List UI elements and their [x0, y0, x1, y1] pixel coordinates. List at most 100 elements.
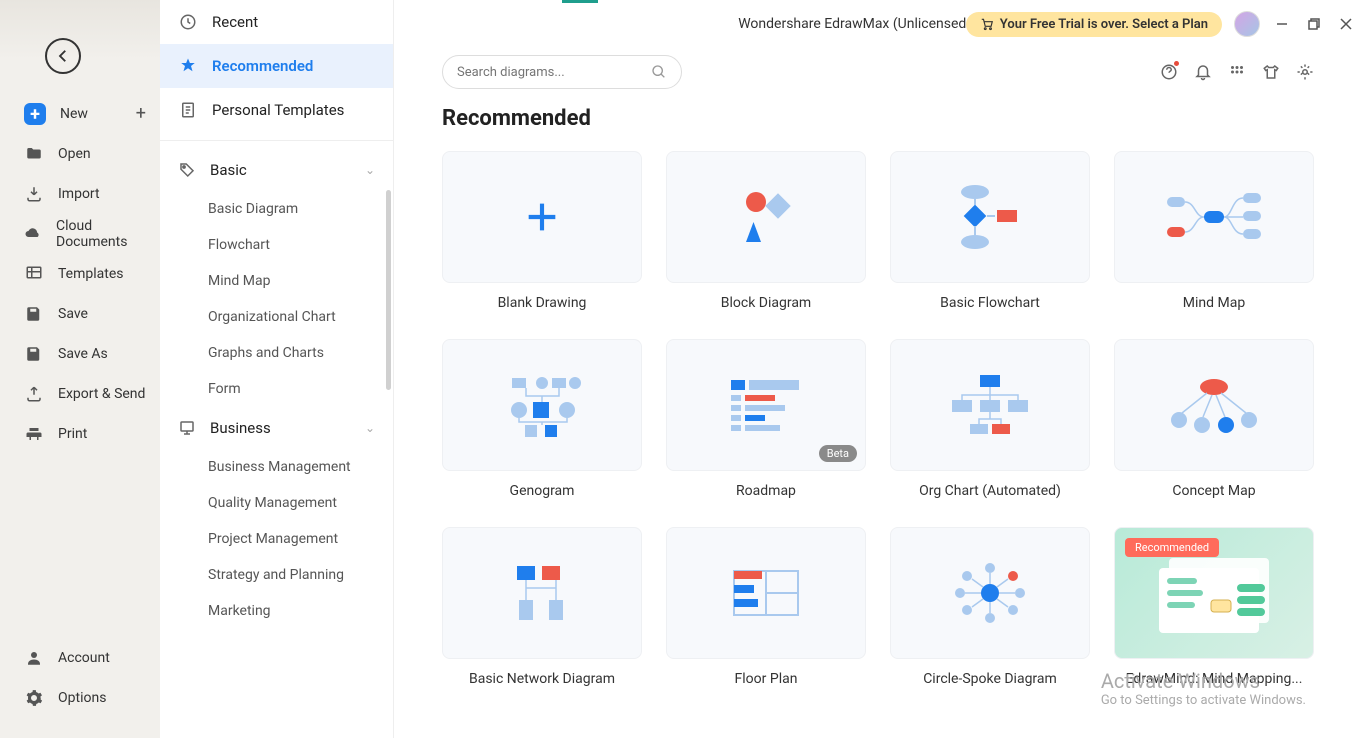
nav-label: New	[60, 106, 88, 122]
beta-badge: Beta	[819, 445, 857, 462]
scrollbar[interactable]	[386, 190, 391, 390]
nav-label: Cloud Documents	[56, 218, 146, 250]
content: Recommended Blank Drawing Block Diagram …	[394, 96, 1366, 738]
category-basic[interactable]: Basic ⌄	[160, 149, 393, 191]
gear-icon	[24, 688, 44, 708]
template-block-diagram[interactable]: Block Diagram	[666, 151, 866, 315]
search-box[interactable]	[442, 55, 682, 89]
toolbar	[394, 48, 1366, 96]
tab-recent[interactable]: Recent	[160, 0, 393, 44]
template-label: EdrawMind: Mind Mapping...	[1114, 671, 1314, 691]
tab-recommended[interactable]: Recommended	[160, 44, 393, 88]
template-genogram[interactable]: Genogram	[442, 339, 642, 503]
plus-icon	[522, 197, 562, 237]
sub-project-management[interactable]: Project Management	[160, 521, 393, 557]
flowchart-icon	[945, 182, 1035, 252]
sub-strategy-planning[interactable]: Strategy and Planning	[160, 557, 393, 593]
sub-business-management[interactable]: Business Management	[160, 449, 393, 485]
template-label: Circle-Spoke Diagram	[890, 671, 1090, 691]
template-blank-drawing[interactable]: Blank Drawing	[442, 151, 642, 315]
template-label: Genogram	[442, 483, 642, 503]
avatar[interactable]	[1234, 11, 1260, 37]
nav-label: Import	[58, 186, 100, 202]
nav-label: Account	[58, 650, 110, 666]
titlebar: Wondershare EdrawMax (Unlicensed Version…	[394, 0, 1366, 48]
nav-cloud-documents[interactable]: Cloud Documents	[0, 214, 160, 254]
promo-graphic	[1139, 548, 1289, 638]
nav-new[interactable]: + New +	[0, 94, 160, 134]
chevron-down-icon: ⌄	[365, 163, 375, 177]
trial-text: Your Free Trial is over. Select a Plan	[1000, 17, 1208, 32]
add-icon[interactable]: +	[136, 105, 146, 123]
template-circle-spoke[interactable]: Circle-Spoke Diagram	[890, 527, 1090, 691]
template-label: Basic Flowchart	[890, 295, 1090, 315]
nav-import[interactable]: Import	[0, 174, 160, 214]
tab-label: Recommended	[212, 57, 313, 75]
minimize-button[interactable]	[1272, 14, 1292, 34]
conceptmap-icon	[1164, 375, 1264, 435]
template-label: Concept Map	[1114, 483, 1314, 503]
nav-label: Export & Send	[58, 386, 145, 402]
nav-save-as[interactable]: Save As	[0, 334, 160, 374]
sub-quality-management[interactable]: Quality Management	[160, 485, 393, 521]
nav-account[interactable]: Account	[0, 638, 160, 678]
template-label: Block Diagram	[666, 295, 866, 315]
save-as-icon	[24, 344, 44, 364]
sub-mind-map[interactable]: Mind Map	[160, 263, 393, 299]
print-icon	[24, 424, 44, 444]
sub-flowchart[interactable]: Flowchart	[160, 227, 393, 263]
category-label: Basic	[210, 161, 247, 179]
nav-export[interactable]: Export & Send	[0, 374, 160, 414]
network-icon	[497, 558, 587, 628]
maximize-button[interactable]	[1304, 14, 1324, 34]
sub-marketing[interactable]: Marketing	[160, 593, 393, 629]
nav-print[interactable]: Print	[0, 414, 160, 454]
sub-form[interactable]: Form	[160, 371, 393, 407]
recommended-badge: Recommended	[1125, 538, 1219, 557]
star-icon	[178, 56, 198, 76]
nav-options[interactable]: Options	[0, 678, 160, 718]
template-org-chart[interactable]: Org Chart (Automated)	[890, 339, 1090, 503]
template-basic-flowchart[interactable]: Basic Flowchart	[890, 151, 1090, 315]
trial-banner[interactable]: Your Free Trial is over. Select a Plan	[966, 12, 1222, 37]
user-icon	[24, 648, 44, 668]
tab-personal-templates[interactable]: Personal Templates	[160, 88, 393, 132]
accent-line	[562, 0, 598, 3]
sub-basic-diagram[interactable]: Basic Diagram	[160, 191, 393, 227]
clock-icon	[178, 12, 198, 32]
template-floor-plan[interactable]: Floor Plan	[666, 527, 866, 691]
template-label: Org Chart (Automated)	[890, 483, 1090, 503]
close-button[interactable]	[1336, 14, 1356, 34]
bell-icon[interactable]	[1190, 59, 1216, 85]
search-icon	[651, 64, 667, 80]
help-icon[interactable]	[1156, 59, 1182, 85]
sidebar-secondary: Recent Recommended Personal Templates Ba…	[160, 0, 394, 738]
presentation-icon	[178, 419, 196, 437]
apps-icon[interactable]	[1224, 59, 1250, 85]
template-concept-map[interactable]: Concept Map	[1114, 339, 1314, 503]
nav-open[interactable]: Open	[0, 134, 160, 174]
template-basic-network[interactable]: Basic Network Diagram	[442, 527, 642, 691]
orgchart-icon	[940, 370, 1040, 440]
mindmap-icon	[1159, 187, 1269, 247]
settings-icon[interactable]	[1292, 59, 1318, 85]
nav-label: Templates	[58, 266, 124, 282]
import-icon	[24, 184, 44, 204]
tshirt-icon[interactable]	[1258, 59, 1284, 85]
template-edrawmind-promo[interactable]: Recommended EdrawMind: Mind Mapping...	[1114, 527, 1314, 691]
nav-label: Print	[58, 426, 87, 442]
template-label: Floor Plan	[666, 671, 866, 691]
export-icon	[24, 384, 44, 404]
sub-graphs-charts[interactable]: Graphs and Charts	[160, 335, 393, 371]
back-button[interactable]	[45, 38, 81, 74]
template-label: Mind Map	[1114, 295, 1314, 315]
sub-organizational-chart[interactable]: Organizational Chart	[160, 299, 393, 335]
nav-templates[interactable]: Templates	[0, 254, 160, 294]
template-mind-map[interactable]: Mind Map	[1114, 151, 1314, 315]
template-roadmap[interactable]: Beta Roadmap	[666, 339, 866, 503]
category-label: Business	[210, 419, 271, 437]
cart-icon	[980, 17, 994, 31]
search-input[interactable]	[457, 65, 645, 80]
nav-save[interactable]: Save	[0, 294, 160, 334]
category-business[interactable]: Business ⌄	[160, 407, 393, 449]
